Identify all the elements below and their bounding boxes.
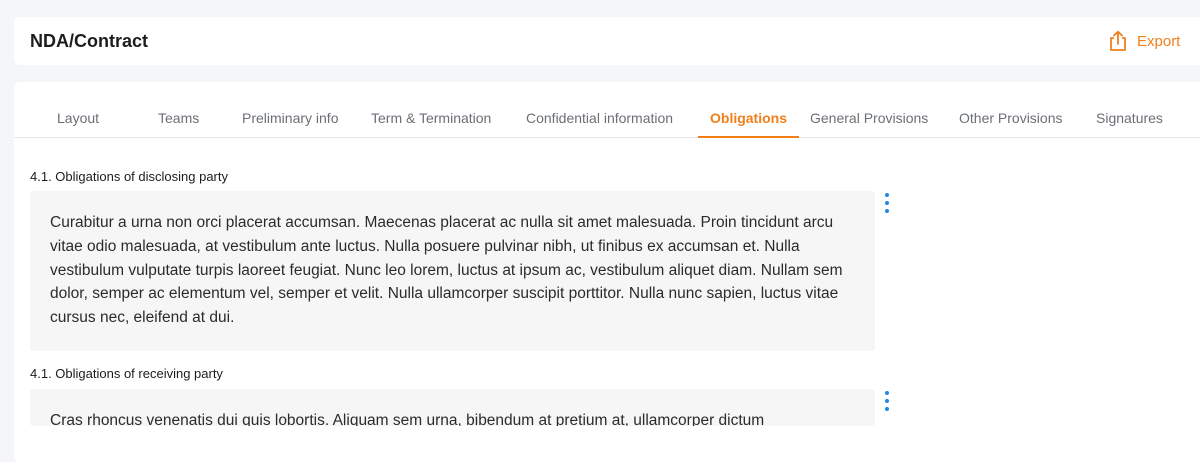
section-tabs: Layout Teams Preliminary info Term & Ter…	[14, 100, 1200, 138]
page-title: NDA/Contract	[30, 31, 149, 51]
tab-layout[interactable]: Layout	[57, 100, 99, 138]
clause-text: Cras rhoncus venenatis dui quis lobortis…	[50, 412, 765, 426]
tab-confidential-information[interactable]: Confidential information	[526, 100, 673, 138]
export-button[interactable]: Export	[1108, 30, 1180, 52]
tab-obligations[interactable]: Obligations	[710, 100, 787, 138]
more-vertical-icon[interactable]	[882, 193, 892, 213]
tab-signatures[interactable]: Signatures	[1096, 100, 1163, 138]
section-title: 4.1. Obligations of receiving party	[30, 366, 223, 381]
active-tab-indicator	[698, 136, 799, 138]
section-title: 4.1. Obligations of disclosing party	[30, 169, 228, 184]
tab-term-termination[interactable]: Term & Termination	[371, 100, 491, 138]
tab-general-provisions[interactable]: General Provisions	[810, 100, 928, 138]
tab-preliminary-info[interactable]: Preliminary info	[242, 100, 338, 138]
clause-text: Curabitur a urna non orci placerat accum…	[50, 214, 843, 327]
export-label: Export	[1137, 32, 1181, 50]
export-icon	[1108, 30, 1128, 52]
more-vertical-icon[interactable]	[882, 391, 892, 411]
header-bar: NDA/Contract Export	[14, 17, 1200, 65]
tab-other-provisions[interactable]: Other Provisions	[959, 100, 1062, 138]
tab-teams[interactable]: Teams	[158, 100, 199, 138]
clause-text-box[interactable]: Curabitur a urna non orci placerat accum…	[30, 191, 875, 351]
clause-text-box[interactable]: Cras rhoncus venenatis dui quis lobortis…	[30, 389, 875, 426]
document-editor-panel: Layout Teams Preliminary info Term & Ter…	[14, 82, 1200, 462]
